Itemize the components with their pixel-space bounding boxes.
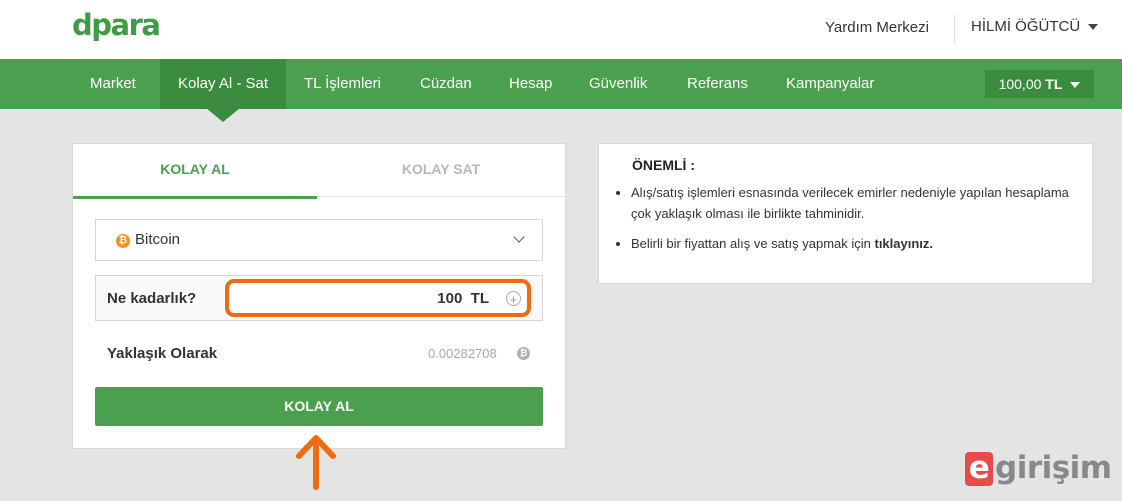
nav-item-hesap[interactable]: Hesap — [509, 59, 552, 109]
nav-item-cuzdan[interactable]: Cüzdan — [420, 59, 472, 109]
amount-value: 100 TL — [437, 290, 489, 307]
approx-label: Yaklaşık Olarak — [107, 345, 218, 362]
nav-item-kampanyalar[interactable]: Kampanyalar — [786, 59, 874, 109]
user-name: HİLMİ ÖĞÜTCÜ — [971, 18, 1081, 35]
trade-card: KOLAY AL KOLAY SAT ₿ Bitcoin Ne kadarlık… — [72, 143, 566, 449]
bitcoin-icon: ₿ — [517, 347, 530, 360]
info-item: Belirli bir fiyattan alış ve satış yapma… — [631, 233, 1091, 254]
tab-kolay-sat[interactable]: KOLAY SAT — [317, 144, 565, 197]
nav-item-guvenlik[interactable]: Güvenlik — [589, 59, 647, 109]
balance-dropdown[interactable]: 100,00 TL — [985, 70, 1094, 98]
top-header: dpara Yardım Merkezi HİLMİ ÖĞÜTCÜ — [0, 0, 1122, 59]
chevron-down-icon — [1088, 24, 1099, 31]
info-panel: ÖNEMLİ : Alış/satış işlemleri esnasında … — [598, 143, 1093, 284]
info-item: Alış/satış işlemleri esnasında verilecek… — [631, 182, 1091, 224]
active-tab-pointer — [206, 108, 240, 122]
user-menu[interactable]: HİLMİ ÖĞÜTCÜ — [971, 18, 1099, 35]
click-here-link[interactable]: tıklayınız. — [874, 236, 933, 251]
plus-icon[interactable]: + — [506, 291, 521, 307]
egirisim-watermark: e girişim — [965, 450, 1112, 486]
nav-item-market[interactable]: Market — [90, 59, 136, 109]
dpara-logo[interactable]: dpara — [72, 8, 161, 42]
chevron-down-icon — [1070, 82, 1081, 89]
amount-label: Ne kadarlık? — [107, 290, 197, 307]
header-divider — [954, 15, 955, 43]
up-arrow-icon — [296, 435, 336, 490]
kolay-al-button[interactable]: KOLAY AL — [95, 387, 543, 426]
main-nav: Market Kolay Al - Sat TL İşlemleri Cüzda… — [0, 59, 1122, 109]
nav-item-kolay-al-sat[interactable]: Kolay Al - Sat — [160, 59, 286, 109]
tab-kolay-al[interactable]: KOLAY AL — [73, 144, 317, 199]
balance-currency: TL — [1045, 76, 1063, 92]
nav-item-tl-islemleri[interactable]: TL İşlemleri — [304, 59, 381, 109]
approx-value: 0.00282708 — [428, 346, 497, 361]
chevron-down-icon — [513, 231, 525, 243]
info-title: ÖNEMLİ : — [632, 157, 695, 173]
amount-row: Ne kadarlık? 100 TL + — [95, 275, 543, 321]
amount-input[interactable]: 100 TL + — [225, 279, 531, 317]
coin-name: Bitcoin — [135, 231, 181, 248]
bitcoin-icon: ₿ — [116, 234, 130, 248]
balance-amount: 100,00 — [998, 76, 1042, 92]
info-list: Alış/satış işlemleri esnasında verilecek… — [615, 182, 1091, 263]
help-center-link[interactable]: Yardım Merkezi — [825, 19, 929, 36]
nav-item-referans[interactable]: Referans — [687, 59, 748, 109]
coin-select[interactable]: ₿ Bitcoin — [95, 219, 543, 261]
